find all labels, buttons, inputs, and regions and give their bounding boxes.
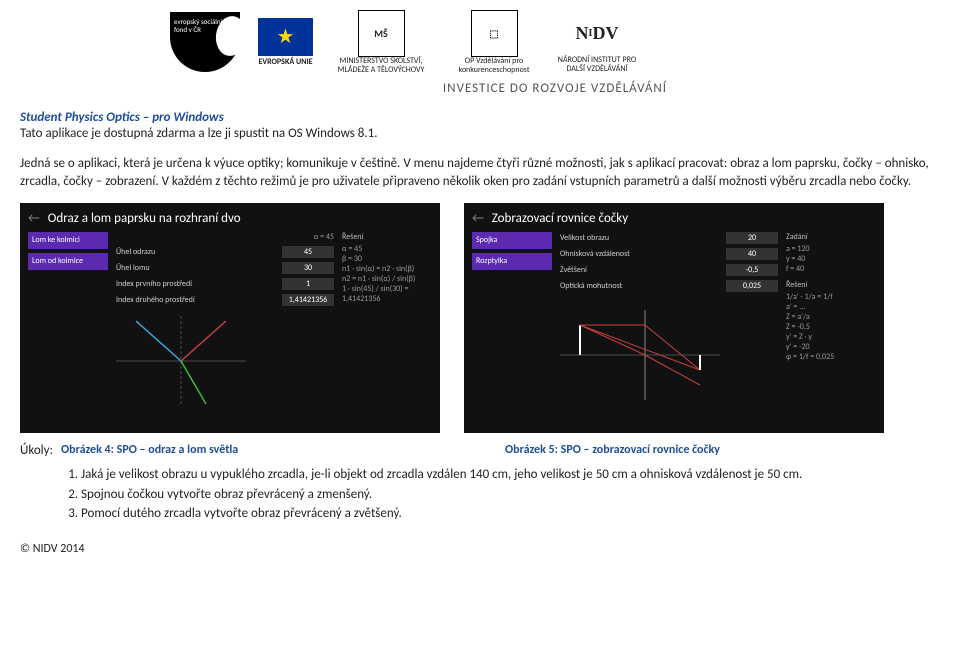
refraction-diagram: [116, 316, 246, 406]
shot1-btn-lom-od-kolmice[interactable]: Lom od kolmice: [28, 253, 108, 270]
shot2-input-ohnisko[interactable]: 40: [726, 248, 778, 260]
shot2-label-velikost: Velikost obrazu: [560, 233, 609, 243]
shot1-label-index1: Index prvního prostředí: [116, 279, 192, 289]
shot1-reseni-body: α = 45 β = 30 n1 · sin(α) = n2 · sin(β) …: [342, 244, 432, 304]
logo-strip: evropský sociální fond v ČR ★ EVROPSKÁ U…: [20, 10, 940, 75]
logo-msmt: MŠ MINISTERSTVO ŠKOLSTVÍ, MLÁDEŽE A TĚLO…: [331, 10, 431, 75]
logo-opvk: ⬚ OP Vzdělávání pro konkurenceschopnost: [449, 10, 539, 75]
caption-2: Obrázek 5: SPO – zobrazovací rovnice čoč…: [505, 443, 925, 457]
shot2-zadani-header: Zadání: [786, 232, 876, 242]
shot2-reseni-header: Řešení: [786, 280, 876, 290]
shot1-label-uhel-odrazu: Úhel odrazu: [116, 247, 155, 257]
shot1-label-index2: Index druhého prostředí: [116, 295, 195, 305]
shot2-output-zvetseni: -0,5: [726, 264, 778, 276]
shot1-reseni-header: Řešení: [342, 232, 432, 242]
shot2-label-zvetseni: Zvětšení: [560, 265, 587, 275]
task-item: Pomocí dutého zrcadla vytvořte obraz pře…: [81, 504, 925, 524]
task-item: Jaká je velikost obrazu u vypuklého zrca…: [81, 465, 925, 485]
shot1-input-uhel-lomu[interactable]: 30: [282, 262, 334, 274]
task-list: Jaká je velikost obrazu u vypuklého zrca…: [81, 465, 925, 524]
invest-tagline: INVESTICE DO ROZVOJE VZDĚLÁVÁNÍ: [20, 81, 940, 96]
shot2-output-mohutnost: 0,025: [726, 280, 778, 292]
shot2-zadani-body: a = 120 y = 40 f = 40: [786, 244, 876, 274]
lens-diagram: [560, 300, 720, 410]
shot1-title: Odraz a lom paprsku na rozhraní dvo: [28, 211, 432, 226]
footer-copyright: © NIDV 2014: [20, 542, 940, 556]
shot2-title: Zobrazovací rovnice čočky: [472, 211, 876, 226]
screenshot-refraction: Odraz a lom paprsku na rozhraní dvo Lom …: [20, 203, 440, 433]
shot1-label-uhel-lomu: Úhel lomu: [116, 263, 150, 273]
shot1-btn-lom-ke-kolmici[interactable]: Lom ke kolmici: [28, 232, 108, 249]
shot2-input-velikost[interactable]: 20: [726, 232, 778, 244]
task-item: Spojnou čočkou vytvořte obraz převrácený…: [81, 485, 925, 505]
description-text: Jedná se o aplikaci, která je určena k v…: [20, 155, 940, 191]
shot1-input-index2[interactable]: 1,41421356: [282, 294, 334, 306]
caption-1: Obrázek 4: SPO – odraz a lom světla: [61, 443, 481, 457]
shot2-btn-rozptylka[interactable]: Rozptylka: [472, 253, 552, 270]
tasks-label: Úkoly:: [20, 443, 53, 458]
shot1-input-index1[interactable]: 1: [282, 278, 334, 290]
screenshot-lens: Zobrazovací rovnice čočky Spojka Rozptyl…: [464, 203, 884, 433]
app-title: Student Physics Optics – pro Windows: [20, 110, 940, 125]
shot2-reseni-body: 1/a' - 1/a = 1/f a' = ... Z = a'/a Z = -…: [786, 292, 876, 362]
shot2-btn-spojka[interactable]: Spojka: [472, 232, 552, 249]
logo-nidv: NIDV NÁRODNÍ INSTITUT PRO DALŠÍ VZDĚLÁVÁ…: [557, 11, 637, 74]
intro-text: Tato aplikace je dostupná zdarma a lze j…: [20, 125, 940, 143]
shot2-label-ohnisko: Ohnisková vzdálenost: [560, 249, 630, 259]
shot2-label-mohutnost: Optická mohutnost: [560, 281, 622, 291]
shot1-input-uhel-odrazu[interactable]: 45: [282, 246, 334, 258]
shot1-alpha-label: α = 45: [116, 232, 334, 242]
logo-esf: evropský sociální fond v ČR: [170, 12, 240, 72]
logo-eu: ★ EVROPSKÁ UNIE: [258, 18, 313, 67]
